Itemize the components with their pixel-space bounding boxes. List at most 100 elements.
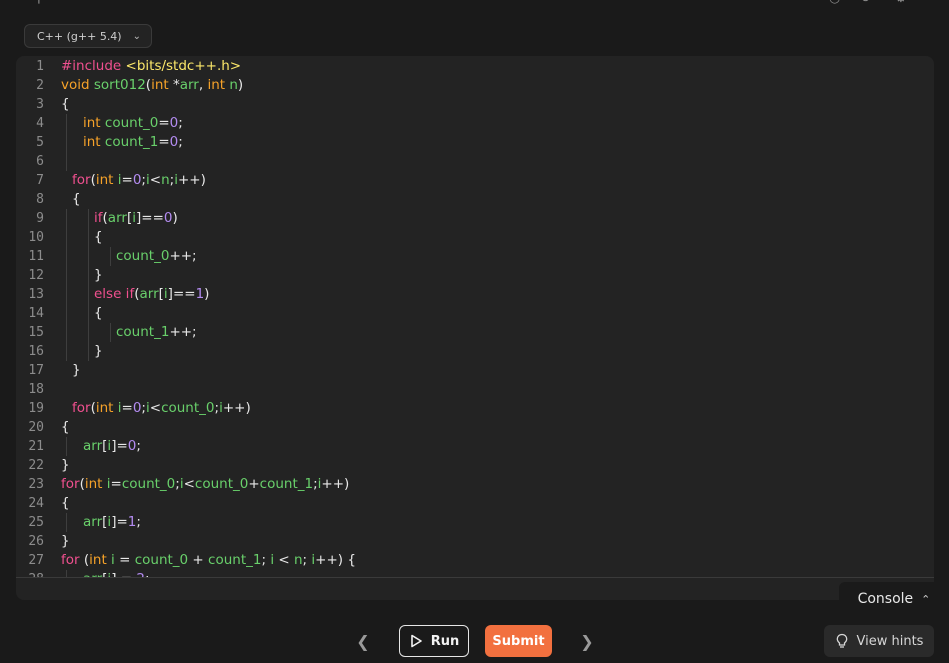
line-number: 26 [28, 534, 44, 549]
search-icon[interactable]: ⚲ [34, 0, 44, 6]
code-line[interactable]: 23 for(int i=count_0;i<count_0+count_1;i+… [16, 475, 934, 494]
prev-problem-button[interactable]: ❮ [351, 628, 375, 654]
line-number: 27 [28, 553, 44, 568]
language-label: C++ (g++ 5.4) [37, 29, 122, 43]
clock-icon[interactable]: ◷ [829, 0, 840, 6]
code-line[interactable]: 11 count_0++; [16, 247, 934, 266]
code-line[interactable]: 1 #include <bits/stdc++.h> [16, 57, 934, 76]
indent-guide [88, 285, 89, 304]
code-line[interactable]: 16} [16, 342, 934, 361]
code-area[interactable]: 1 #include <bits/stdc++.h> 2 void sort012(i… [16, 56, 934, 577]
line-number: 28 [16, 570, 44, 577]
submit-label: Submit [492, 633, 545, 649]
submit-button[interactable]: Submit [485, 625, 552, 657]
line-number: 16 [28, 344, 44, 359]
code-line[interactable]: 17} [16, 361, 934, 380]
code-text: } [94, 266, 103, 285]
code-line[interactable]: 2 void sort012(int *arr, int n) [16, 76, 934, 95]
code-editor[interactable]: 1 #include <bits/stdc++.h> 2 void sort012(i… [16, 56, 934, 600]
code-line[interactable]: 21 arr[i]=0; [16, 437, 934, 456]
console-toggle[interactable]: Console ⌃ [839, 582, 949, 616]
indent-guide [66, 437, 67, 456]
code-token: 1 [195, 286, 205, 302]
code-line[interactable]: 22} [16, 456, 934, 475]
code-line[interactable]: 18 [16, 380, 934, 399]
code-line[interactable]: 10 { [16, 228, 934, 247]
code-line[interactable]: 9 if(arr[i]==0) [16, 209, 934, 228]
run-button[interactable]: Run [399, 625, 469, 657]
refresh-icon[interactable]: ↻ [860, 0, 871, 6]
code-token: <bits/stdc++.h> [125, 58, 242, 74]
code-token: 0 [169, 134, 179, 150]
code-text: arr[i] = 2; [83, 570, 150, 577]
code-token: ; [178, 134, 183, 150]
code-token: arr [107, 210, 127, 226]
code-line[interactable]: 24 { [16, 494, 934, 513]
line-number: 13 [28, 287, 44, 302]
line-number: 19 [28, 401, 44, 416]
next-problem-button[interactable]: ❯ [575, 628, 599, 654]
code-line[interactable]: 7 for(int i=0;i<n;i++) [16, 171, 934, 190]
play-icon [410, 634, 422, 648]
code-line[interactable]: 14 { [16, 304, 934, 323]
view-hints-button[interactable]: View hints [824, 625, 934, 657]
code-line[interactable]: 19 for(int i=0;i<count_0;i++) [16, 399, 934, 418]
code-token: ++) [321, 476, 350, 492]
code-text: { [61, 95, 70, 114]
code-token: int [89, 552, 112, 568]
code-token: ]= [111, 514, 128, 530]
code-token: i [111, 552, 120, 568]
code-token: { [61, 495, 70, 511]
code-token: count_0 [134, 552, 193, 568]
code-line[interactable]: 4 int count_0=0; [16, 114, 934, 133]
code-token: ) [172, 210, 178, 226]
code-line[interactable]: 6 [16, 152, 934, 171]
code-line[interactable]: 28 arr[i] = 2; [16, 570, 934, 577]
indent-guide [110, 323, 111, 342]
code-text: #include <bits/stdc++.h> [61, 57, 241, 76]
code-text: count_1++; [116, 323, 197, 342]
line-number: 21 [28, 439, 44, 454]
code-token: int [83, 134, 105, 150]
code-line[interactable]: 15 count_1++; [16, 323, 934, 342]
line-number: 2 [36, 78, 44, 93]
line-number: 4 [36, 116, 44, 131]
lightbulb-icon [836, 633, 847, 648]
indent-guide [66, 209, 67, 228]
code-line[interactable]: 27 for (int i = count_0 + count_1; i < n;… [16, 551, 934, 570]
code-line[interactable]: 12} [16, 266, 934, 285]
code-line[interactable]: 25 arr[i]=1; [16, 513, 934, 532]
code-token: ++; [169, 324, 197, 340]
code-token: ; [261, 552, 271, 568]
indent-guide [66, 133, 67, 152]
line-number: 22 [28, 458, 44, 473]
code-token: = [119, 552, 135, 568]
code-token: = [110, 476, 122, 492]
line-number: 10 [28, 230, 44, 245]
code-token: for [72, 400, 91, 416]
line-number: 24 [28, 496, 44, 511]
code-line[interactable]: 20 { [16, 418, 934, 437]
code-token: int [207, 77, 230, 93]
code-text: for(int i=0;i<count_0;i++) [72, 399, 251, 418]
code-line[interactable]: 5 int count_1=0; [16, 133, 934, 152]
code-token: #include [61, 58, 126, 74]
language-select[interactable]: C++ (g++ 5.4) ⌄ [24, 24, 152, 48]
settings-icon[interactable]: ⚙ [895, 0, 907, 6]
code-token: { [61, 96, 70, 112]
code-token: * [172, 77, 180, 93]
code-line[interactable]: 3{ [16, 95, 934, 114]
code-line[interactable]: 26} [16, 532, 934, 551]
code-token: arr [83, 514, 103, 530]
code-text: } [61, 456, 70, 475]
code-text: } [94, 342, 103, 361]
console-label: Console [857, 591, 914, 607]
top-toolbar: ⚲ ◷ ↻ ⚙ [0, 0, 949, 6]
code-line[interactable]: 8{ [16, 190, 934, 209]
code-token: ++) { [315, 552, 356, 568]
code-line[interactable]: 13 else if(arr[i]==1) [16, 285, 934, 304]
code-token: < [278, 552, 294, 568]
code-token: int [151, 77, 173, 93]
code-token: { [61, 419, 70, 435]
line-number: 15 [28, 325, 44, 340]
